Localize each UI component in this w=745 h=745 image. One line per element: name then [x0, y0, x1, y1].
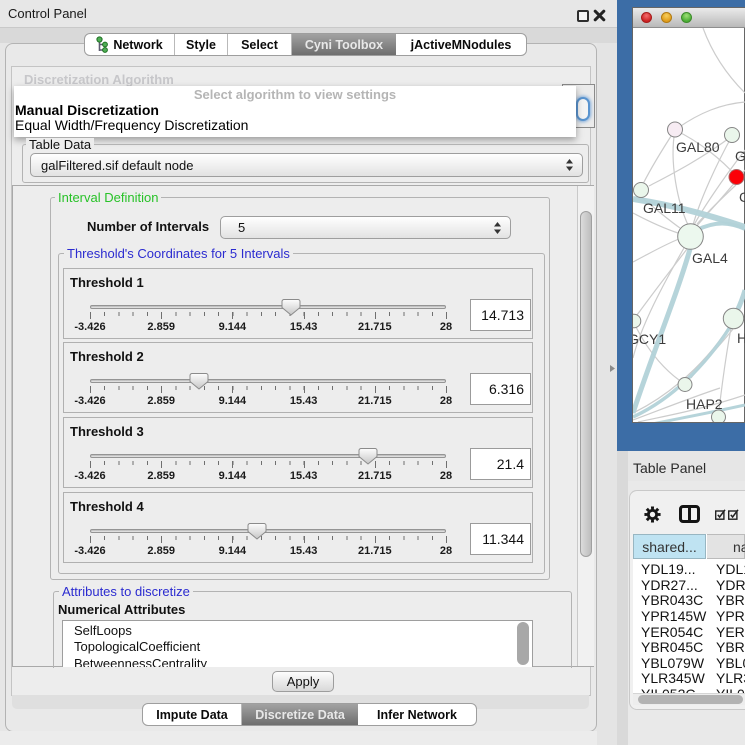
svg-text:GA: GA [735, 148, 745, 164]
svg-text:GAL4: GAL4 [692, 250, 728, 266]
svg-text:GCY1: GCY1 [633, 331, 666, 347]
svg-text:H: H [737, 330, 745, 346]
svg-text:HAP2: HAP2 [686, 396, 723, 412]
svg-text:C: C [739, 189, 745, 205]
svg-text:GAL80: GAL80 [676, 139, 720, 155]
svg-text:GAL11: GAL11 [643, 200, 686, 216]
